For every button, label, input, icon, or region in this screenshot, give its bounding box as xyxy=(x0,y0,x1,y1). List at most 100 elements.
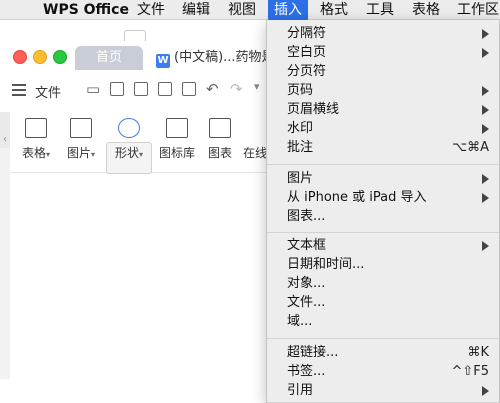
menu-item-shortcut: ^⇧F5 xyxy=(451,364,489,379)
menu-item-shortcut: ⌥⌘A xyxy=(452,140,489,155)
menu-item-blank-page[interactable]: 空白页 xyxy=(267,43,499,62)
submenu-arrow-icon xyxy=(482,124,489,134)
menu-item-header-line[interactable]: 页眉横线 xyxy=(267,100,499,119)
menu-item-label: 页眉横线 xyxy=(287,102,340,117)
menu-format[interactable]: 格式 xyxy=(320,0,348,20)
app-name-menu[interactable]: WPS Office xyxy=(43,0,129,20)
tab-home[interactable]: 首页 xyxy=(75,46,143,70)
ribbon-icon-library-button[interactable]: 图标库 xyxy=(157,118,197,161)
submenu-arrow-icon xyxy=(482,29,489,39)
menu-item-label: 批注 xyxy=(287,140,314,155)
document-left-margin xyxy=(0,148,10,379)
menu-item-label: 超链接... xyxy=(287,345,339,360)
redo-icon[interactable]: ↷ xyxy=(230,80,243,98)
menu-item-picture[interactable]: 图片 xyxy=(267,169,499,188)
menu-insert[interactable]: 插入 xyxy=(268,0,308,20)
ribbon-chart-button[interactable]: 图表 xyxy=(205,118,235,161)
maximize-window-button[interactable] xyxy=(53,50,67,64)
shape-icon xyxy=(118,118,140,138)
tab-document-label: (中文稿)...药物是 xyxy=(174,50,266,65)
hamburger-menu-icon[interactable] xyxy=(12,84,26,96)
ribbon-picture-button[interactable]: 图片▾ xyxy=(63,118,99,161)
ribbon-icon-library-label: 图标库 xyxy=(158,146,195,160)
menu-divider xyxy=(267,164,499,165)
menu-item-watermark[interactable]: 水印 xyxy=(267,119,499,138)
ribbon-online-button[interactable]: 在线 xyxy=(243,118,267,161)
submenu-arrow-icon xyxy=(482,241,489,251)
ribbon-shape-label: 形状 xyxy=(114,146,139,160)
menu-item-label: 域... xyxy=(287,314,313,329)
menu-item-label: 文件... xyxy=(287,295,326,310)
menu-view[interactable]: 视图 xyxy=(228,0,256,20)
menu-item-object[interactable]: 对象... xyxy=(267,274,499,293)
menu-item-separator[interactable]: 分隔符 xyxy=(267,24,499,43)
menu-item-text-box[interactable]: 文本框 xyxy=(267,236,499,255)
menu-item-shortcut: ⌘K xyxy=(467,345,489,360)
tab-document[interactable]: W (中文稿)...药物是 xyxy=(156,46,266,70)
submenu-arrow-icon xyxy=(482,174,489,184)
ribbon-picture-label: 图片 xyxy=(66,146,91,160)
window-tab-outline xyxy=(124,30,146,41)
menu-tools[interactable]: 工具 xyxy=(366,0,394,20)
menu-item-label: 页码 xyxy=(287,83,314,98)
menu-item-label: 引用 xyxy=(287,383,314,398)
menu-item-file[interactable]: 文件... xyxy=(267,293,499,312)
menu-item-import-from-device[interactable]: 从 iPhone 或 iPad 导入 xyxy=(267,188,499,207)
print-icon[interactable] xyxy=(158,82,172,96)
menu-item-chart[interactable]: 图表... xyxy=(267,207,499,226)
menu-item-comment[interactable]: 批注 ⌥⌘A xyxy=(267,138,499,157)
chart-icon xyxy=(209,118,231,138)
menu-divider xyxy=(267,232,499,233)
icon-library-icon xyxy=(166,118,188,138)
menu-edit[interactable]: 编辑 xyxy=(182,0,210,20)
close-window-button[interactable] xyxy=(13,50,27,64)
ribbon-table-label: 表格 xyxy=(21,146,46,160)
wps-writer-icon: W xyxy=(156,54,170,68)
ribbon-chart-label: 图表 xyxy=(207,146,232,160)
save-icon[interactable] xyxy=(110,82,124,96)
export-pdf-icon[interactable] xyxy=(134,82,148,96)
submenu-arrow-icon xyxy=(482,193,489,203)
file-menu-label[interactable]: 文件 xyxy=(35,82,61,101)
submenu-arrow-icon xyxy=(482,86,489,96)
menu-item-reference[interactable]: 引用 xyxy=(267,381,499,400)
insert-dropdown-menu: 分隔符 空白页 分页符 页码 页眉横线 水印 批注 ⌥⌘A 图片 从 iPhon… xyxy=(266,20,500,403)
undo-icon[interactable]: ↶ xyxy=(206,80,219,98)
ribbon-online-label: 在线 xyxy=(243,146,267,160)
menu-item-label: 分隔符 xyxy=(287,26,327,41)
menu-workspace[interactable]: 工作区 xyxy=(457,0,499,20)
menu-item-page-break[interactable]: 分页符 xyxy=(267,62,499,81)
menu-item-label: 对象... xyxy=(287,276,326,291)
ribbon-table-button[interactable]: 表格▾ xyxy=(18,118,54,161)
menu-divider xyxy=(267,338,499,339)
menu-item-label: 分页符 xyxy=(287,64,327,79)
menu-bar: WPS Office 文件 编辑 视图 插入 格式 工具 表格 工作区 xyxy=(0,0,500,20)
menu-item-field[interactable]: 域... xyxy=(267,312,499,331)
menu-item-label: 图表... xyxy=(287,209,326,224)
menu-item-label: 日期和时间... xyxy=(287,257,365,272)
submenu-arrow-icon xyxy=(482,386,489,396)
menu-table[interactable]: 表格 xyxy=(412,0,440,20)
table-icon xyxy=(25,118,47,138)
menu-item-bookmark[interactable]: 书签... ^⇧F5 xyxy=(267,362,499,381)
chevron-down-icon: ▾ xyxy=(139,150,144,159)
menu-item-page-number[interactable]: 页码 xyxy=(267,81,499,100)
chevron-down-icon: ▾ xyxy=(91,150,96,159)
menu-item-label: 空白页 xyxy=(287,45,327,60)
menu-file[interactable]: 文件 xyxy=(137,0,165,20)
menu-item-label: 书签... xyxy=(287,364,326,379)
print-preview-icon[interactable] xyxy=(182,82,196,96)
chevron-down-icon: ▾ xyxy=(46,150,51,159)
menu-item-date-time[interactable]: 日期和时间... xyxy=(267,255,499,274)
more-chevron-icon[interactable]: ▾ xyxy=(254,80,260,93)
submenu-arrow-icon xyxy=(482,105,489,115)
ribbon-shape-button[interactable]: 形状▾ xyxy=(109,118,149,161)
picture-icon xyxy=(70,118,92,138)
menu-item-hyperlink[interactable]: 超链接... ⌘K xyxy=(267,343,499,362)
minimize-window-button[interactable] xyxy=(33,50,47,64)
menu-item-label: 文本框 xyxy=(287,238,327,253)
menu-item-label: 水印 xyxy=(287,121,314,136)
menu-item-label: 从 iPhone 或 iPad 导入 xyxy=(287,190,427,205)
open-folder-icon[interactable]: ▭ xyxy=(86,80,100,98)
submenu-arrow-icon xyxy=(482,48,489,58)
